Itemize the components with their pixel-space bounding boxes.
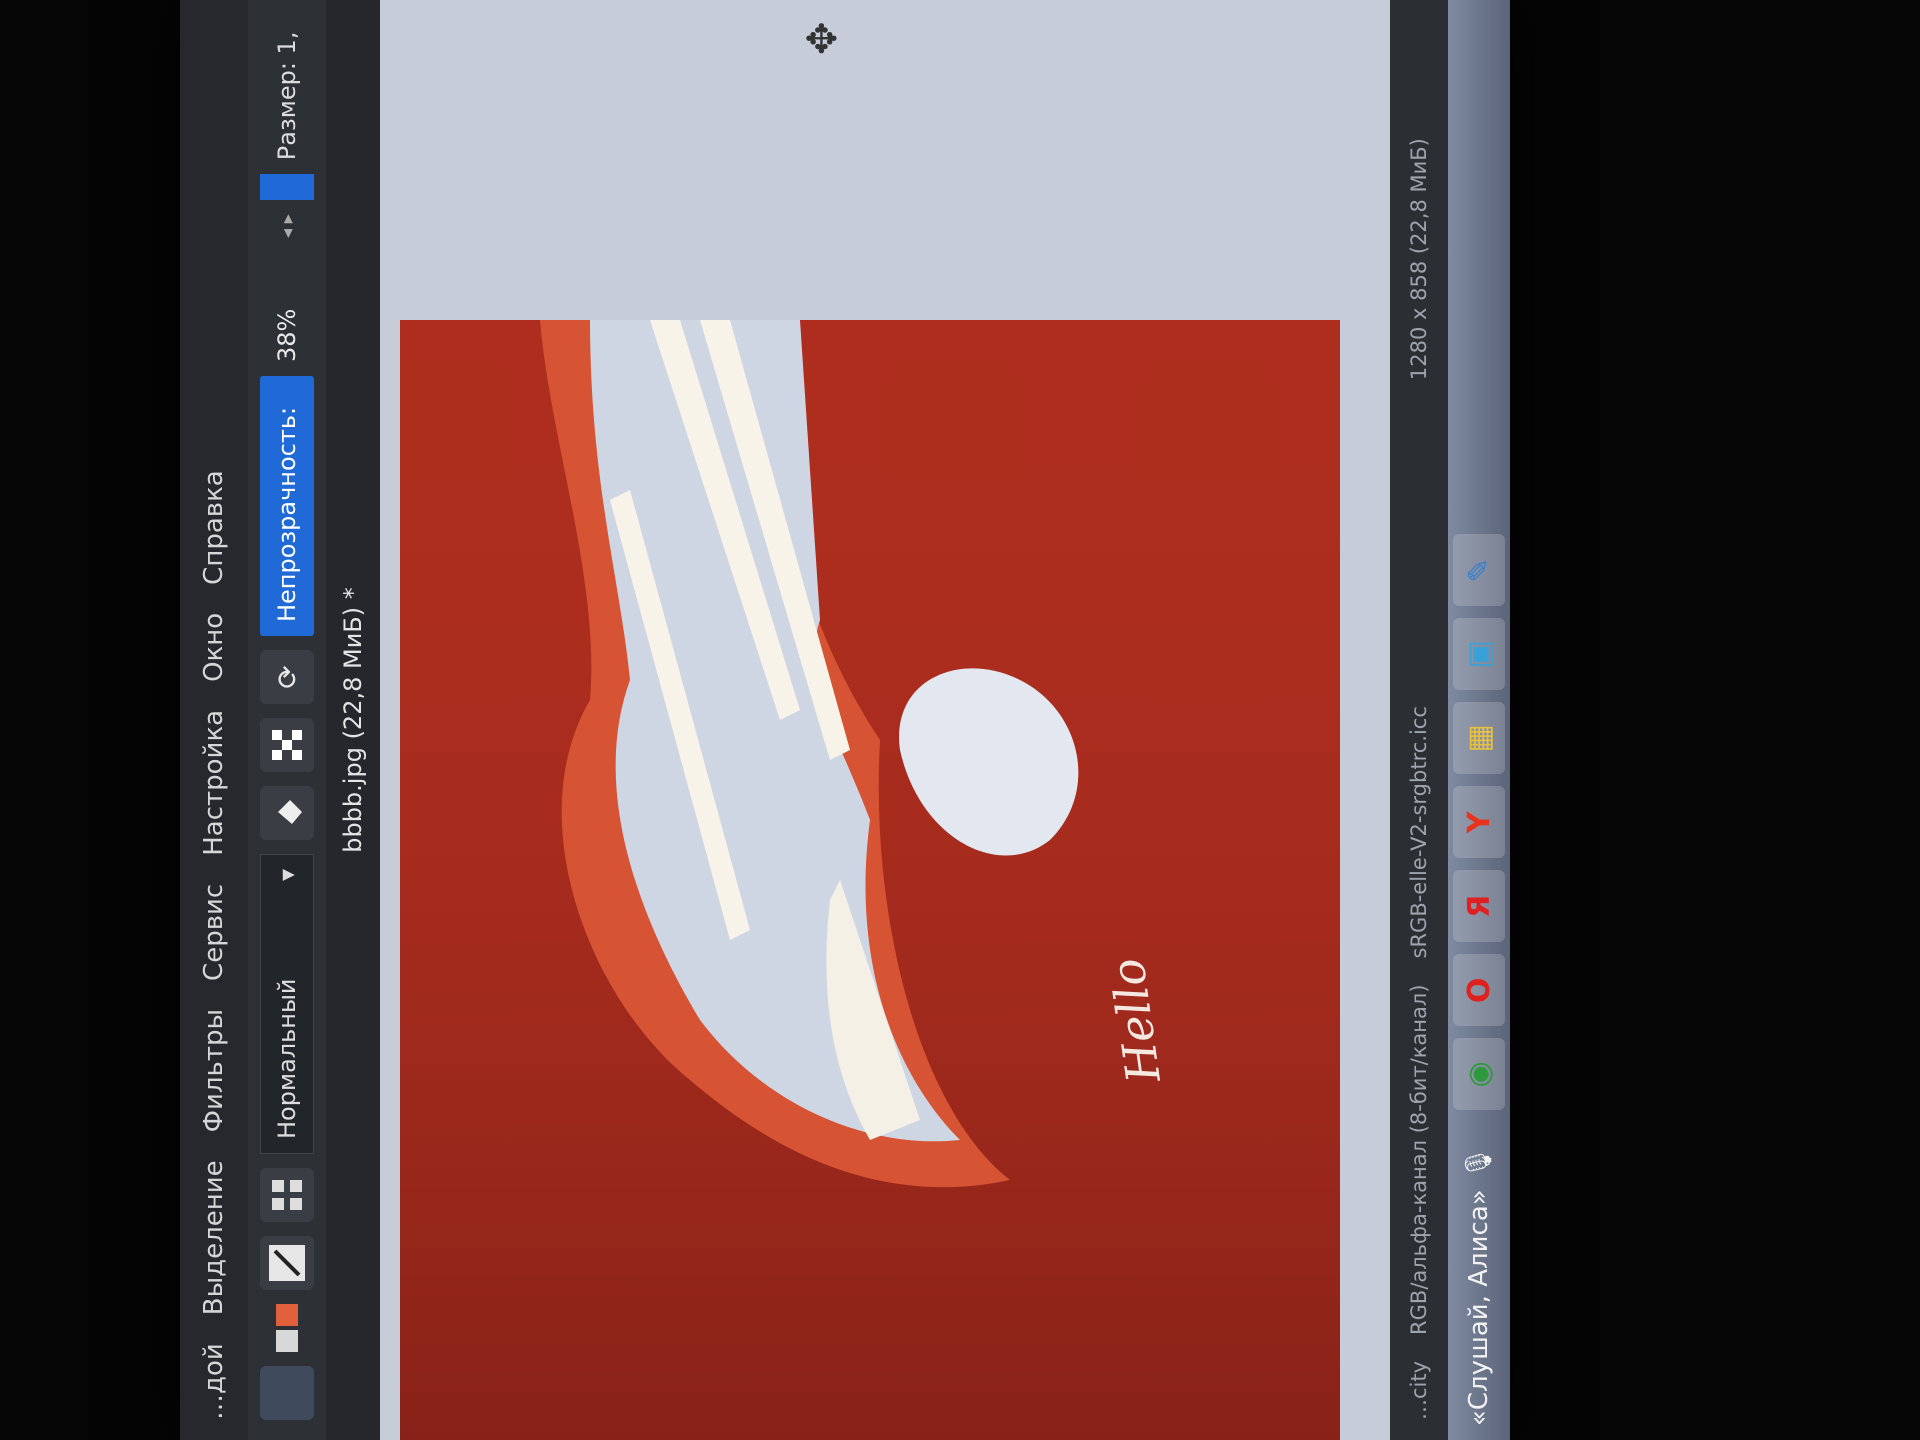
chrome-icon[interactable]: ◉ (1453, 1038, 1505, 1111)
document-tab[interactable]: bbbb.jpg (22,8 МиБ) * (326, 0, 380, 1440)
foreground-color-swatch[interactable] (276, 1330, 298, 1352)
menu-item-file-fragment[interactable]: …дой (199, 1343, 229, 1420)
reload-icon: ⟳ (270, 665, 304, 689)
brush-settings-button[interactable] (260, 1168, 314, 1222)
size-slider[interactable] (260, 174, 314, 201)
size-label: Размер: 1, (273, 31, 301, 161)
yandex-icon[interactable]: Я (1453, 870, 1505, 943)
alpha-lock-button[interactable] (260, 718, 314, 772)
canvas-area[interactable]: Hello ✥ (380, 0, 1390, 1440)
checkerboard-icon (272, 730, 302, 760)
yandex-browser-icon[interactable]: Y (1453, 786, 1505, 859)
grid-icon (272, 1180, 302, 1210)
os-taskbar: «Слушай, Алиса» 🎙 ◉ O Я Y ▦ ▣ ✎ (1448, 0, 1510, 1440)
status-colorspace: RGB/альфа-канал (8-бит/канал) (1407, 984, 1431, 1335)
opacity-label: Непрозрачность (273, 415, 301, 622)
opacity-spin-arrows[interactable]: ◂ ▸ (277, 214, 298, 238)
menu-bar: …дой Выделение Фильтры Сервис Настройка … (180, 0, 248, 1440)
photos-icon[interactable]: ▣ (1453, 618, 1505, 691)
menu-item-tools[interactable]: Сервис (199, 884, 229, 981)
opacity-value: 38% (273, 308, 301, 362)
artwork-canvas[interactable]: Hello (400, 320, 1340, 1440)
move-cursor-icon: ✥ (800, 21, 846, 55)
menu-item-settings[interactable]: Настройка (199, 710, 229, 856)
eraser-mode-button[interactable] (260, 786, 314, 840)
eraser-icon (278, 800, 302, 824)
blend-mode-select[interactable]: Нормальный ▾ (260, 854, 314, 1154)
fg-bg-swatches[interactable] (276, 1304, 298, 1352)
status-profile: sRGB-elle-V2-srgbtrc.icc (1407, 706, 1431, 959)
status-bar: …city RGB/альфа-канал (8-бит/канал) sRGB… (1390, 0, 1448, 1440)
file-manager-icon[interactable]: ▦ (1453, 702, 1505, 775)
blend-mode-value: Нормальный (273, 978, 301, 1140)
opacity-slider[interactable]: Непрозрачность: (260, 376, 314, 636)
brush-icon (269, 1245, 305, 1281)
microphone-icon: 🎙 (1464, 1146, 1494, 1180)
menu-item-filters[interactable]: Фильтры (199, 1009, 229, 1132)
chevron-down-icon: ▾ (273, 869, 301, 882)
menu-item-window[interactable]: Окно (199, 613, 229, 682)
krita-icon[interactable]: ✎ (1453, 534, 1505, 607)
reload-preset-button[interactable]: ⟳ (260, 650, 314, 704)
opera-icon[interactable]: O (1453, 954, 1505, 1027)
document-title: bbbb.jpg (22,8 МиБ) * (339, 587, 367, 853)
menu-item-help[interactable]: Справка (199, 470, 229, 585)
monitor-screen: …дой Выделение Фильтры Сервис Настройка … (180, 0, 1510, 1440)
tool-options-bar: Нормальный ▾ ⟳ Непрозрачность: 38% ◂ ▸ Р… (248, 0, 326, 1440)
brush-preset-button[interactable] (260, 1236, 314, 1290)
assistant-label: «Слушай, Алиса» (1464, 1189, 1494, 1426)
status-fragment: …city (1407, 1360, 1431, 1420)
background-color-swatch[interactable] (276, 1304, 298, 1326)
status-dimensions: 1280 x 858 (22,8 МиБ) (1407, 138, 1431, 381)
voice-assistant[interactable]: «Слушай, Алиса» 🎙 (1464, 1122, 1494, 1426)
app-window: …дой Выделение Фильтры Сервис Настройка … (180, 0, 1510, 1440)
color-selector-button[interactable] (260, 1366, 314, 1420)
menu-item-select[interactable]: Выделение (199, 1160, 229, 1315)
